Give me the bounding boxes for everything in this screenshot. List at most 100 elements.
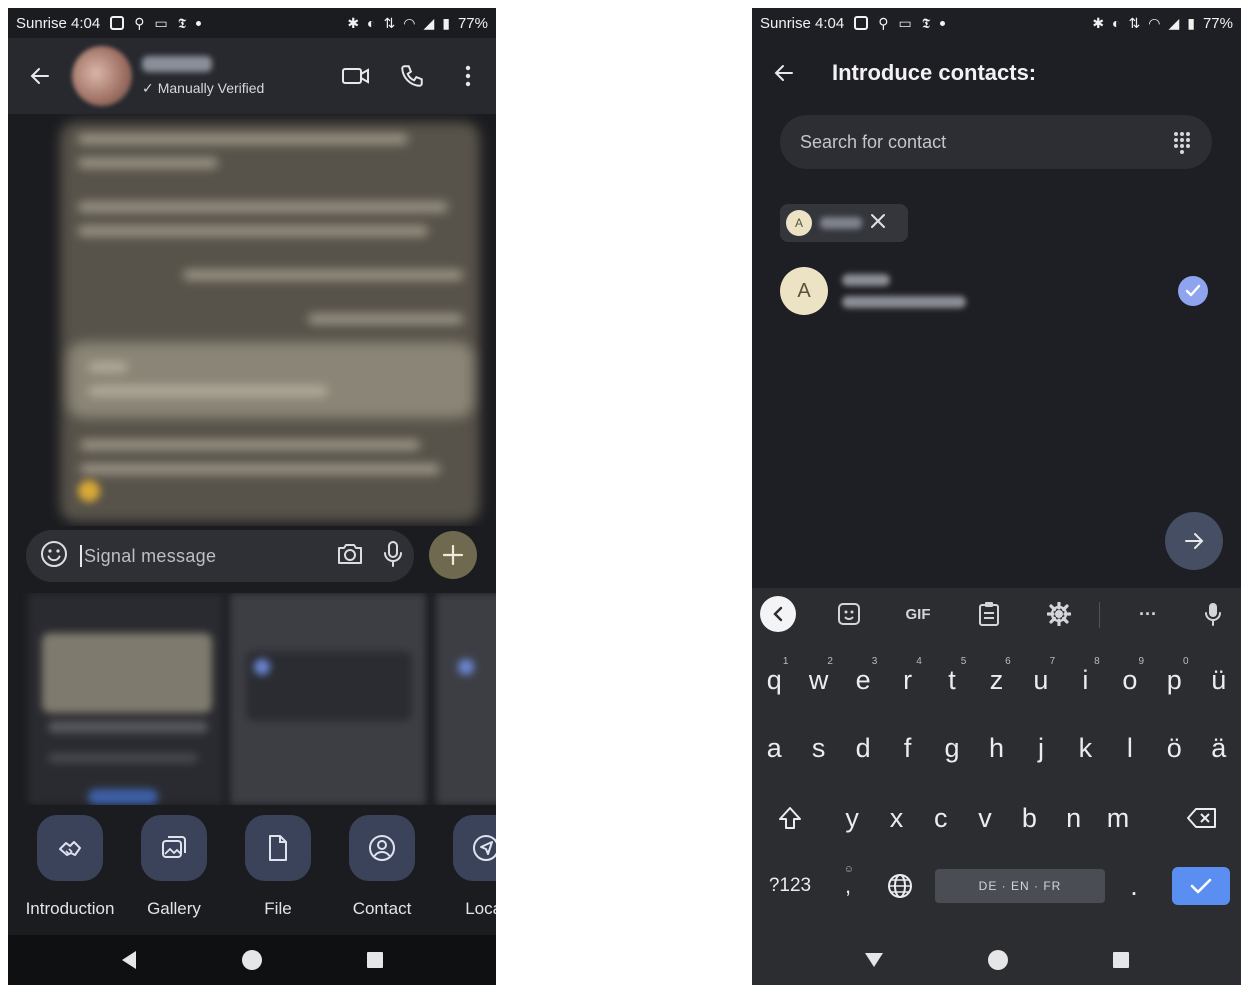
attach-file-button[interactable]: File bbox=[226, 815, 330, 919]
comma-key[interactable]: , ☺ bbox=[828, 856, 868, 916]
keyboard-collapse-button[interactable] bbox=[760, 596, 796, 632]
selected-checkbox[interactable] bbox=[1178, 276, 1208, 306]
location-icon bbox=[473, 835, 496, 861]
language-key[interactable] bbox=[874, 856, 926, 916]
attach-location-button[interactable]: Locat bbox=[434, 815, 496, 919]
attach-button[interactable] bbox=[429, 531, 477, 579]
message-input[interactable]: Signal message bbox=[80, 545, 336, 567]
remove-chip-button[interactable] bbox=[870, 213, 886, 234]
key[interactable]: l bbox=[1108, 718, 1152, 778]
redacted-text bbox=[308, 314, 463, 324]
key[interactable]: ä bbox=[1197, 718, 1241, 778]
nav-hide-keyboard-icon[interactable] bbox=[864, 952, 884, 968]
nav-home-icon[interactable] bbox=[987, 949, 1009, 971]
tray-label: Gallery bbox=[147, 899, 201, 918]
continue-button[interactable] bbox=[1165, 512, 1223, 570]
key[interactable]: ü bbox=[1197, 650, 1241, 710]
key[interactable]: a bbox=[752, 718, 796, 778]
key[interactable]: i8 bbox=[1063, 650, 1107, 710]
key[interactable]: d bbox=[841, 718, 885, 778]
voice-note-button[interactable] bbox=[382, 540, 404, 573]
app-bar: Introduce contacts: bbox=[752, 38, 1241, 108]
voice-call-button[interactable] bbox=[392, 56, 432, 96]
key[interactable]: h bbox=[974, 718, 1018, 778]
key[interactable]: n bbox=[1052, 788, 1096, 848]
key[interactable]: e3 bbox=[841, 650, 885, 710]
key[interactable]: u7 bbox=[1019, 650, 1063, 710]
gallery-thumbnail[interactable] bbox=[28, 593, 224, 805]
key[interactable]: ö bbox=[1152, 718, 1196, 778]
page-title: Introduce contacts: bbox=[832, 60, 1037, 85]
key[interactable]: q1 bbox=[752, 650, 796, 710]
key[interactable]: m bbox=[1096, 788, 1140, 848]
backspace-key[interactable] bbox=[1172, 788, 1232, 848]
key-hint: 5 bbox=[960, 656, 967, 667]
key[interactable]: z6 bbox=[974, 650, 1018, 710]
key[interactable]: r4 bbox=[885, 650, 929, 710]
key[interactable]: g bbox=[930, 718, 974, 778]
gallery-strip[interactable] bbox=[8, 593, 496, 805]
check-icon: ✓ bbox=[142, 79, 154, 96]
key[interactable]: k bbox=[1063, 718, 1107, 778]
gallery-thumbnail[interactable] bbox=[230, 593, 426, 805]
key-label: t bbox=[948, 664, 956, 695]
back-button[interactable] bbox=[764, 53, 804, 93]
more-options-button[interactable] bbox=[448, 56, 488, 96]
gallery-thumbnail[interactable] bbox=[436, 593, 496, 805]
key[interactable]: b bbox=[1007, 788, 1051, 848]
key[interactable]: v bbox=[963, 788, 1007, 848]
key[interactable]: y bbox=[830, 788, 874, 848]
key[interactable]: o9 bbox=[1108, 650, 1152, 710]
keyboard-settings-button[interactable] bbox=[1044, 599, 1074, 629]
key[interactable]: x bbox=[874, 788, 918, 848]
key-label: e bbox=[855, 664, 871, 695]
contact-search-field[interactable]: Search for contact bbox=[780, 115, 1212, 169]
dialpad-icon[interactable] bbox=[1172, 130, 1192, 154]
contact-title[interactable]: ✓ Manually Verified bbox=[142, 55, 264, 97]
key-label: p bbox=[1166, 664, 1182, 695]
shift-icon bbox=[779, 807, 801, 829]
message-list[interactable] bbox=[8, 114, 496, 526]
key[interactable]: t5 bbox=[930, 650, 974, 710]
nav-recents-icon[interactable] bbox=[366, 951, 384, 969]
shift-key[interactable] bbox=[762, 788, 818, 848]
emoji-button[interactable] bbox=[40, 540, 68, 573]
key[interactable]: p0 bbox=[1152, 650, 1196, 710]
wifi-icon: ◠ bbox=[403, 15, 416, 31]
video-call-button[interactable] bbox=[336, 56, 376, 96]
key[interactable]: f bbox=[885, 718, 929, 778]
nav-recents-icon[interactable] bbox=[1112, 951, 1130, 969]
back-button[interactable] bbox=[20, 56, 60, 96]
key[interactable]: c bbox=[919, 788, 963, 848]
nav-home-icon[interactable] bbox=[241, 949, 263, 971]
camera-button[interactable] bbox=[336, 541, 364, 572]
contact-list-item[interactable]: A bbox=[780, 266, 1212, 316]
symbols-key[interactable]: ?123 bbox=[758, 856, 822, 916]
gif-button[interactable]: GIF bbox=[898, 599, 938, 629]
space-bar[interactable]: DE · EN · FR bbox=[935, 869, 1105, 903]
key-label: z bbox=[989, 664, 1004, 695]
attach-introduction-button[interactable]: Introduction bbox=[18, 815, 122, 919]
key-hint: 1 bbox=[782, 656, 789, 667]
attach-gallery-button[interactable]: Gallery bbox=[122, 815, 226, 919]
clipboard-button[interactable] bbox=[974, 599, 1004, 629]
enter-key[interactable] bbox=[1172, 867, 1230, 905]
more-tools-button[interactable]: ··· bbox=[1128, 599, 1168, 629]
key-label: r bbox=[903, 664, 913, 695]
keyboard-voice-button[interactable] bbox=[1198, 599, 1228, 629]
search-input[interactable]: Search for contact bbox=[800, 132, 1172, 153]
selected-contact-chip[interactable]: A bbox=[780, 204, 908, 242]
key[interactable]: w2 bbox=[796, 650, 840, 710]
key[interactable]: s bbox=[796, 718, 840, 778]
chat-screen: Sunrise 4:04 ⚲ ▭ 𝕿 ✱ ◐ ⇅ ◠ ◢ ▮ 77% ✓ Man… bbox=[8, 8, 496, 985]
attach-contact-button[interactable]: Contact bbox=[330, 815, 434, 919]
checkmark-icon bbox=[1185, 284, 1201, 297]
contact-name-redacted bbox=[142, 55, 212, 72]
battery-level: 77% bbox=[457, 14, 488, 32]
key[interactable]: j bbox=[1019, 718, 1063, 778]
contact-avatar[interactable] bbox=[72, 46, 132, 106]
period-key[interactable]: . bbox=[1114, 856, 1154, 916]
sticker-button[interactable] bbox=[834, 599, 864, 629]
nav-back-icon[interactable] bbox=[120, 950, 138, 970]
battery-icon: ▮ bbox=[442, 15, 450, 31]
